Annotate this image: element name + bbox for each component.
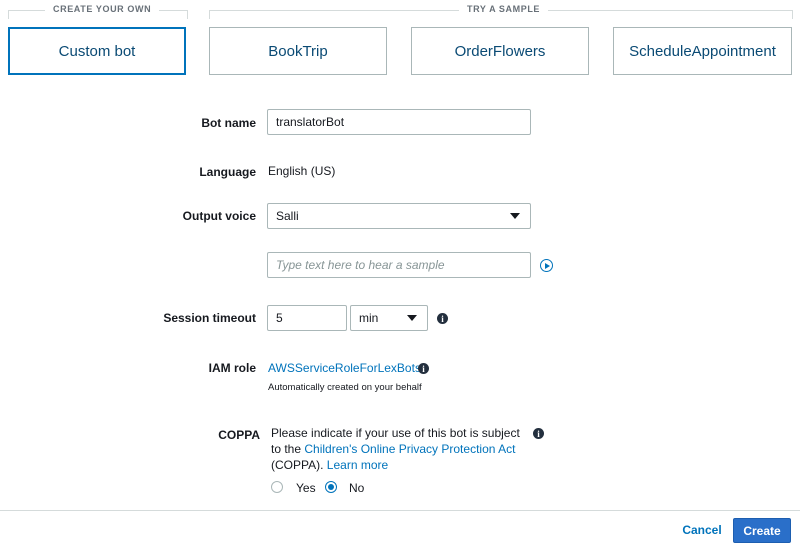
card-label: Custom bot [58,42,136,60]
iam-role-note: Automatically created on your behalf [268,382,422,393]
session-timeout-unit-select[interactable]: min [350,305,428,331]
learn-more-link[interactable]: Learn more [327,458,388,472]
info-icon[interactable]: i [418,363,429,374]
coppa-description: Please indicate if your use of this bot … [271,425,526,473]
session-timeout-unit-value: min [359,311,379,325]
chevron-down-icon [510,213,520,219]
card-orderflowers[interactable]: OrderFlowers [411,27,589,75]
output-voice-label: Output voice [182,209,256,223]
bot-name-label: Bot name [201,116,256,130]
card-custom-bot[interactable]: Custom bot [8,27,186,75]
sample-text-input[interactable] [267,252,531,278]
coppa-no-label[interactable]: No [349,481,364,495]
play-icon[interactable] [540,259,553,272]
coppa-text-after: (COPPA). [271,458,324,472]
coppa-yes-radio[interactable] [271,481,283,493]
session-timeout-input[interactable] [267,305,347,331]
language-value: English (US) [268,164,336,178]
coppa-yes-label[interactable]: Yes [296,481,316,495]
iam-role-label: IAM role [208,361,256,375]
info-icon[interactable]: i [533,428,544,439]
coppa-no-radio[interactable] [325,481,337,493]
card-label: BookTrip [268,42,328,60]
group-create-own-label: CREATE YOUR OWN [45,4,160,14]
cancel-button[interactable]: Cancel [676,518,728,542]
group-try-sample-label: TRY A SAMPLE [459,4,549,14]
group-try-sample: TRY A SAMPLE [209,0,793,19]
bot-name-input[interactable] [267,109,531,135]
info-icon[interactable]: i [437,313,448,324]
group-create-own: CREATE YOUR OWN [8,0,188,19]
card-scheduleappointment[interactable]: ScheduleAppointment [613,27,792,75]
create-button[interactable]: Create [733,518,791,543]
iam-role-link[interactable]: AWSServiceRoleForLexBots [268,361,421,375]
card-booktrip[interactable]: BookTrip [209,27,387,75]
chevron-down-icon [407,315,417,321]
coppa-act-link[interactable]: Children's Online Privacy Protection Act [304,442,515,456]
card-label: OrderFlowers [454,42,546,60]
language-label: Language [199,165,256,179]
footer-divider [0,510,800,511]
card-label: ScheduleAppointment [629,42,776,60]
output-voice-value: Salli [276,209,299,223]
session-timeout-label: Session timeout [163,311,256,325]
output-voice-select[interactable]: Salli [267,203,531,229]
coppa-label: COPPA [218,428,260,442]
